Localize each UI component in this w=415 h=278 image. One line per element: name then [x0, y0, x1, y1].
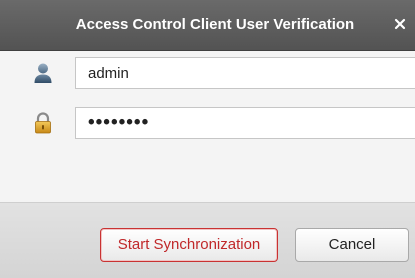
- user-verification-dialog: Access Control Client User Verification: [0, 0, 415, 278]
- user-icon: [33, 62, 53, 84]
- username-input[interactable]: [75, 57, 415, 89]
- cancel-button[interactable]: Cancel: [295, 228, 409, 262]
- lock-icon: [33, 112, 53, 134]
- password-row: [0, 107, 415, 141]
- close-icon[interactable]: [389, 13, 411, 35]
- dialog-footer: Start Synchronization Cancel: [0, 203, 415, 278]
- password-input[interactable]: [75, 107, 415, 139]
- dialog-title: Access Control Client User Verification: [75, 16, 355, 33]
- start-synchronization-button[interactable]: Start Synchronization: [100, 228, 278, 262]
- username-row: [0, 57, 415, 91]
- credentials-form: [0, 51, 415, 203]
- dialog-titlebar[interactable]: Access Control Client User Verification: [0, 0, 415, 51]
